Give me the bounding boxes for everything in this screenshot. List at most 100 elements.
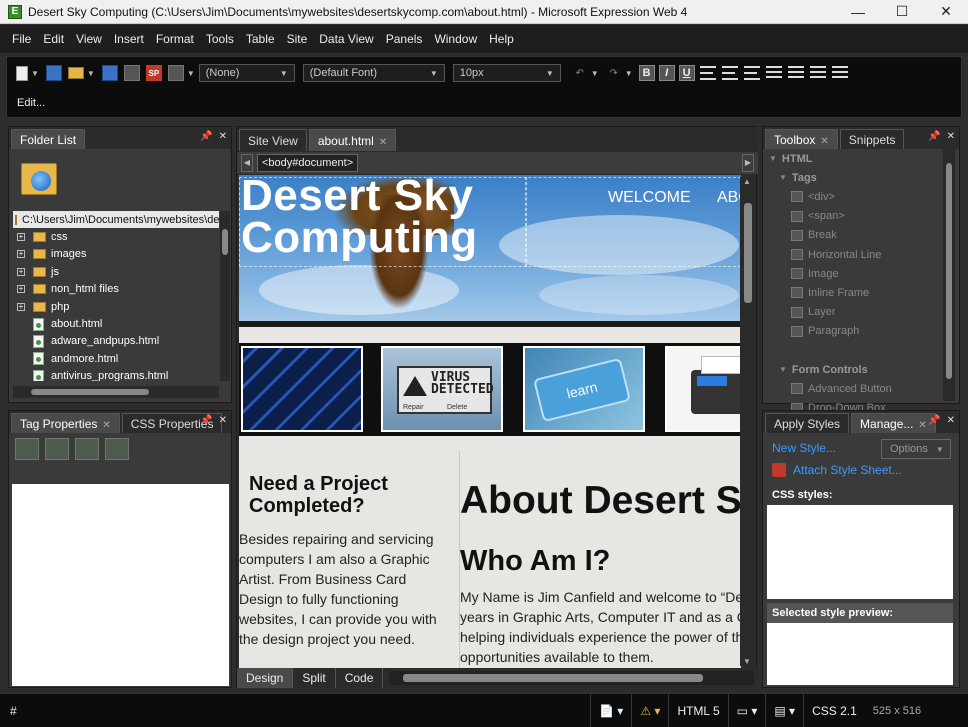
minimize-button[interactable]: — [836, 0, 880, 24]
toolbox-group[interactable]: ▼ Tags [769, 168, 945, 187]
close-icon[interactable]: ✕ [219, 415, 227, 426]
save-icon[interactable] [101, 65, 118, 81]
folder-row[interactable]: + css [13, 228, 219, 245]
scroll-thumb[interactable] [744, 203, 752, 303]
redo-icon[interactable]: ↷ [606, 65, 622, 81]
tab-snippets[interactable]: Snippets [839, 129, 905, 149]
close-icon[interactable]: ✕ [379, 137, 387, 148]
numbered-list-icon[interactable] [765, 66, 782, 80]
align-left-icon[interactable] [699, 66, 716, 80]
expand-icon[interactable]: + [17, 250, 25, 259]
font-select[interactable]: (Default Font) ▼ [302, 64, 445, 82]
design-view[interactable]: Desert Sky Computing WELCOME ABO VIRUS D… [239, 175, 741, 668]
bold-button[interactable]: B [638, 65, 655, 81]
menu-window[interactable]: Window [428, 25, 483, 53]
tab-tag-properties[interactable]: Tag Properties ✕ [11, 413, 120, 433]
expand-icon[interactable]: + [17, 285, 25, 294]
expand-icon[interactable]: + [17, 302, 25, 311]
tab-toolbox[interactable]: Toolbox ✕ [765, 129, 838, 149]
editor-vertical-scrollbar[interactable]: ▲ ▼ [740, 177, 756, 666]
align-center-icon[interactable] [721, 66, 738, 80]
redo-dropdown-icon[interactable]: ▼ [625, 69, 633, 78]
new-page-icon[interactable] [16, 65, 28, 81]
css-schema[interactable]: CSS 2.1 [803, 693, 865, 727]
menu-help[interactable]: Help [483, 25, 520, 53]
close-icon[interactable]: ✕ [918, 420, 926, 431]
close-icon[interactable]: ✕ [947, 415, 955, 426]
tab-code[interactable]: Code [336, 668, 384, 688]
close-button[interactable]: ✕ [924, 0, 968, 24]
open-site-icon[interactable] [45, 65, 62, 81]
collapse-arrow-icon[interactable]: ▼ [779, 173, 787, 182]
folder-row[interactable]: + non_html files [13, 281, 219, 298]
visual-aids-icon[interactable]: 📄 ▾ [590, 693, 631, 727]
open-dropdown-icon[interactable]: ▼ [87, 69, 95, 78]
menu-view[interactable]: View [70, 25, 108, 53]
tab-folder-list[interactable]: Folder List [11, 129, 86, 149]
sort-alpha-icon[interactable] [45, 438, 69, 460]
nav-welcome[interactable]: WELCOME [608, 189, 691, 207]
scroll-thumb[interactable] [31, 389, 149, 395]
toolbox-item[interactable]: Layer [769, 303, 945, 322]
options-button[interactable]: Options ▼ [881, 439, 951, 459]
chevron-right-icon[interactable]: ▶ [742, 154, 754, 172]
tab-apply-styles[interactable]: Apply Styles [765, 413, 850, 433]
decrease-indent-icon[interactable] [809, 66, 826, 80]
new-style-link[interactable]: New Style... [772, 441, 836, 455]
toolbox-group[interactable]: ▼ HTML [769, 149, 945, 168]
toolbox-item[interactable]: Inline Frame [769, 283, 945, 302]
toolbox-item[interactable]: <div> [769, 187, 945, 206]
learn-key-thumbnail[interactable]: learn [523, 346, 645, 432]
maximize-button[interactable]: ☐ [880, 0, 924, 24]
menu-edit[interactable]: Edit [37, 25, 70, 53]
publish-icon[interactable] [123, 65, 140, 81]
file-row[interactable]: about.html [13, 315, 219, 332]
scroll-thumb[interactable] [946, 163, 952, 379]
attach-style-sheet-link[interactable]: Attach Style Sheet... [793, 463, 902, 477]
file-row[interactable]: adware_andpups.html [13, 333, 219, 350]
page-dimensions[interactable]: 525 x 516 [865, 705, 929, 717]
editor-horizontal-scrollbar[interactable] [389, 671, 754, 685]
html-schema[interactable]: HTML 5 [668, 693, 727, 727]
toolbox-item[interactable]: <span> [769, 207, 945, 226]
file-row[interactable]: antivirus_programs.html [13, 368, 219, 381]
site-root-row[interactable]: C:\Users\Jim\Documents\mywebsites\des [13, 211, 219, 229]
align-right-icon[interactable] [743, 66, 760, 80]
toolbox-scrollbar[interactable] [943, 149, 955, 401]
collapse-arrow-icon[interactable]: ▼ [769, 154, 777, 163]
toolbox-group[interactable]: ▼ Form Controls [769, 360, 945, 379]
underline-button[interactable]: U [678, 65, 695, 81]
pin-icon[interactable]: 📌 [928, 415, 940, 426]
css-styles-list[interactable] [767, 505, 953, 599]
file-row[interactable]: andmore.html [13, 350, 219, 367]
bullet-list-icon[interactable] [787, 66, 804, 80]
pin-icon[interactable]: 📌 [200, 415, 212, 426]
printer-thumbnail[interactable] [665, 346, 741, 432]
toolbox-item[interactable]: Advanced Button [769, 379, 945, 398]
folder-row[interactable]: + js [13, 263, 219, 280]
menu-data-view[interactable]: Data View [313, 25, 379, 53]
menu-insert[interactable]: Insert [108, 25, 150, 53]
scroll-up-icon[interactable]: ▲ [743, 177, 751, 186]
close-icon[interactable]: ✕ [102, 420, 110, 431]
superpreview-icon[interactable]: SP [145, 65, 162, 81]
close-icon[interactable]: ✕ [820, 136, 828, 147]
open-folder-icon[interactable] [67, 67, 84, 79]
toolbox-item[interactable]: Paragraph [769, 322, 945, 341]
menu-format[interactable]: Format [150, 25, 200, 53]
keyboard-thumbnail[interactable] [241, 346, 363, 432]
folder-row[interactable]: + php [13, 298, 219, 315]
scroll-thumb[interactable] [222, 229, 228, 255]
categorized-icon[interactable] [15, 438, 39, 460]
tab-about-html[interactable]: about.html ✕ [308, 129, 397, 151]
scroll-thumb[interactable] [403, 674, 704, 682]
close-icon[interactable]: ✕ [219, 131, 227, 142]
toolbox-item[interactable]: Horizontal Line [769, 245, 945, 264]
pin-icon[interactable]: 📌 [200, 131, 212, 142]
toolbox-item[interactable]: Break [769, 226, 945, 245]
increase-indent-icon[interactable] [831, 66, 848, 80]
undo-icon[interactable]: ↶ [572, 65, 588, 81]
expand-icon[interactable]: + [17, 233, 25, 242]
menu-file[interactable]: File [6, 25, 37, 53]
italic-button[interactable]: I [658, 65, 675, 81]
